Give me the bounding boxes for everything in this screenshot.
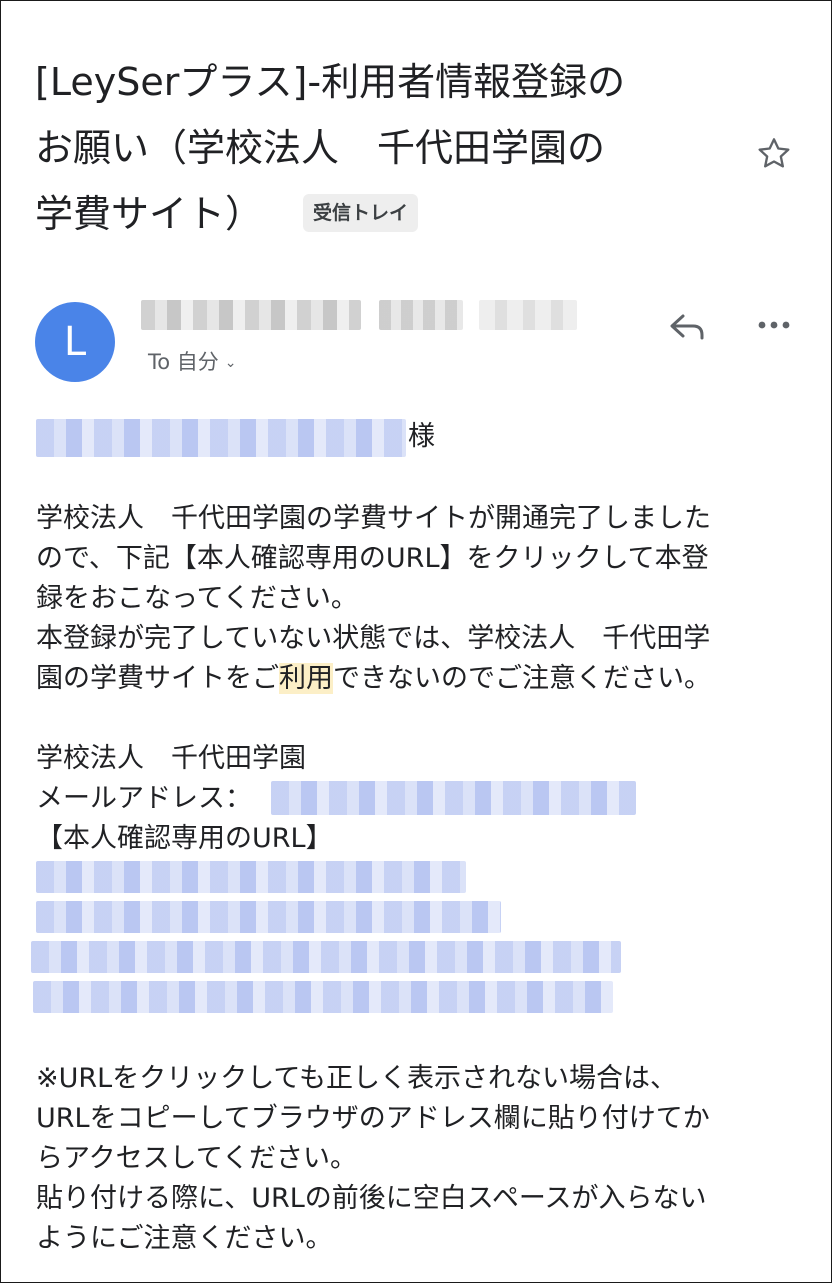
body-text: 園の学費サイトをご <box>36 663 279 694</box>
body-line: ので、下記【本人確認専用のURL】をクリックして本登 <box>36 543 709 574</box>
sender-timestamp-redacted <box>479 300 577 330</box>
verification-url-label: 【本人確認専用のURL】 <box>36 823 333 854</box>
subject-line: [LeySerプラス]-利用者情報登録の <box>35 60 626 104</box>
subject-line: 学費サイト） 受信トレイ <box>35 181 725 247</box>
subject-line: お願い（学校法人 千代田学園の <box>35 126 606 170</box>
to-label: To 自分 <box>148 350 219 374</box>
body-line: 本登録が完了していない状態では、学校法人 千代田学 <box>36 623 711 654</box>
sender-avatar[interactable]: L <box>35 302 115 382</box>
inbox-label-chip[interactable]: 受信トレイ <box>303 193 419 232</box>
reply-icon[interactable] <box>665 307 709 347</box>
subject-line-text: 学費サイト） <box>35 192 264 236</box>
verification-link-redacted[interactable] <box>31 941 621 973</box>
note-line: ようにご注意ください。 <box>36 1223 333 1254</box>
verification-link-redacted[interactable] <box>33 981 613 1013</box>
more-options-icon[interactable] <box>754 313 794 337</box>
search-highlight: 利用 <box>279 663 333 694</box>
recipient-details-toggle[interactable]: To 自分 ⌄ <box>148 347 237 378</box>
chevron-down-icon: ⌄ <box>224 355 237 371</box>
body-text: できないのでご注意ください。 <box>333 663 711 694</box>
email-address-label: メールアドレス： <box>36 783 252 814</box>
note-line: URLをコピーしてブラウザのアドレス欄に貼り付けてか <box>36 1103 710 1134</box>
note-line: ※URLをクリックしても正しく表示されない場合は、 <box>36 1063 678 1094</box>
organization-name: 学校法人 千代田学園 <box>36 743 306 774</box>
star-icon[interactable] <box>754 134 794 174</box>
sender-name-redacted <box>379 300 463 330</box>
email-subject: [LeySerプラス]-利用者情報登録の お願い（学校法人 千代田学園の 学費サ… <box>35 49 725 247</box>
body-line: 学校法人 千代田学園の学費サイトが開通完了しました <box>36 503 711 534</box>
note-line: らアクセスしてください。 <box>36 1143 358 1174</box>
recipient-name-redacted <box>36 419 406 457</box>
email-address-redacted[interactable] <box>271 781 636 815</box>
body-line: 録をおこなってください。 <box>36 583 358 614</box>
verification-link-redacted[interactable] <box>36 861 466 893</box>
salutation-suffix: 様 <box>408 421 435 452</box>
email-view: [LeySerプラス]-利用者情報登録の お願い（学校法人 千代田学園の 学費サ… <box>0 0 832 1283</box>
verification-link-redacted[interactable] <box>36 901 501 933</box>
sender-name-redacted <box>141 300 361 330</box>
body-line: 園の学費サイトをご利用できないのでご注意ください。 <box>36 659 711 699</box>
note-line: 貼り付ける際に、URLの前後に空白スペースが入らない <box>36 1183 707 1214</box>
